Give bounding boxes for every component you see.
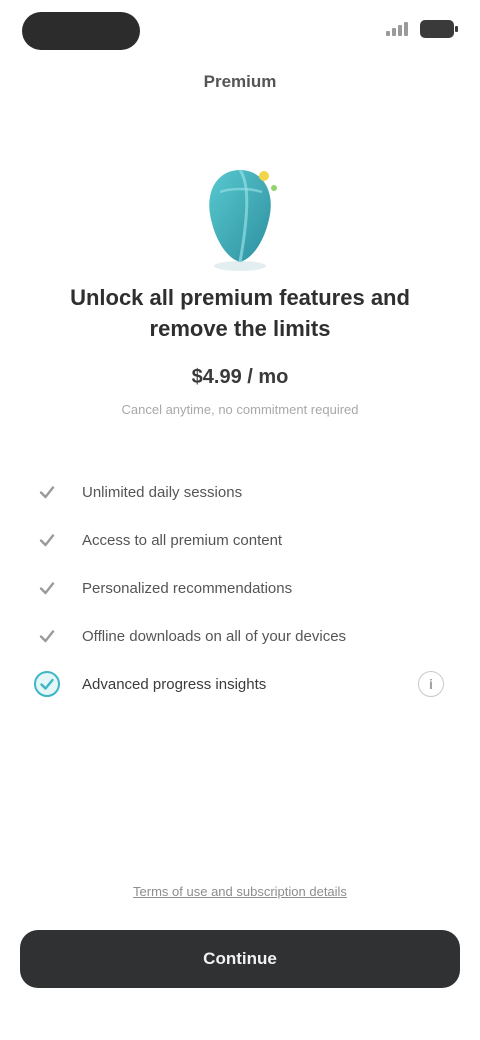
- check-icon: [34, 575, 60, 601]
- feature-item: Offline downloads on all of your devices: [34, 612, 454, 660]
- continue-button[interactable]: Continue: [20, 930, 460, 988]
- check-circle-icon: [34, 671, 60, 697]
- feature-item: Personalized recommendations: [34, 564, 454, 612]
- check-icon: [34, 479, 60, 505]
- feature-label: Access to all premium content: [82, 531, 283, 549]
- check-icon: [34, 623, 60, 649]
- price-label: $4.99 / mo: [191, 366, 289, 388]
- status-pill: [22, 12, 140, 50]
- terms-link[interactable]: Terms of use and subscription details: [0, 884, 480, 899]
- info-icon[interactable]: i: [418, 671, 444, 697]
- feature-label: Unlimited daily sessions: [82, 483, 243, 501]
- headline: Unlock all premium features and remove t…: [70, 285, 410, 341]
- signal-icon: [386, 22, 408, 36]
- gem-illustration: [186, 162, 294, 274]
- feature-item: Unlimited daily sessions: [34, 468, 454, 516]
- feature-item: Access to all premium content: [34, 516, 454, 564]
- feature-item-highlight[interactable]: Advanced progress insights i: [34, 660, 454, 708]
- check-icon: [34, 527, 60, 553]
- gem-icon: [209, 169, 277, 271]
- feature-label: Personalized recommendations: [82, 579, 293, 597]
- battery-icon: [420, 20, 458, 38]
- feature-list: Unlimited daily sessions Access to all p…: [34, 468, 454, 708]
- feature-label: Advanced progress insights: [82, 675, 267, 693]
- status-icons: [386, 20, 458, 38]
- page-title: Premium: [203, 72, 277, 91]
- feature-label: Offline downloads on all of your devices: [82, 627, 347, 645]
- price-note: Cancel anytime, no commitment required: [121, 402, 359, 417]
